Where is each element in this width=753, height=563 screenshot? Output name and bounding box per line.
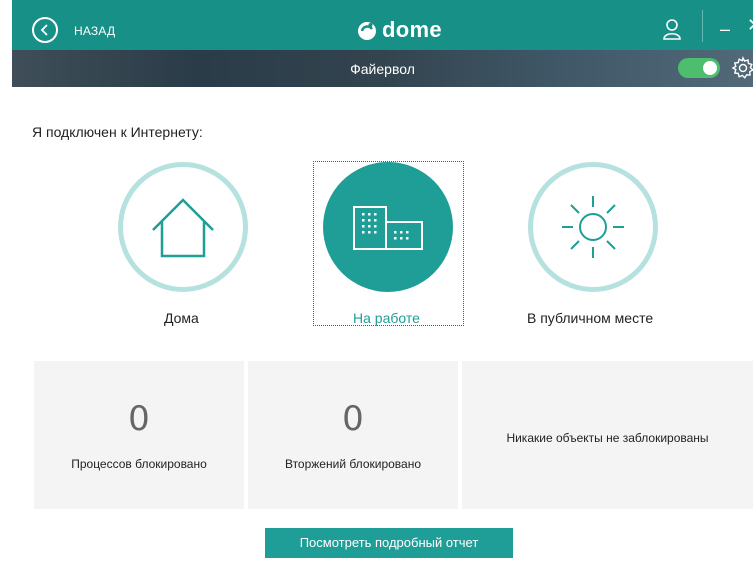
office-buildings-icon: [353, 206, 423, 250]
settings-button[interactable]: [731, 56, 753, 80]
title-bar-inner: НАЗАД dome – ✕: [12, 0, 753, 50]
home-circle[interactable]: [118, 162, 248, 292]
stat-intrusions-value: 0: [342, 399, 364, 439]
dome-logo: dome: [356, 17, 442, 43]
dome-logo-icon: [358, 22, 376, 40]
toggle-knob: [703, 61, 717, 75]
stat-blocked-objects: Никакие объекты не заблокированы: [462, 361, 753, 509]
view-report-button[interactable]: Посмотреть подробный отчет: [265, 528, 513, 558]
stat-processes-value: 0: [128, 399, 150, 439]
back-label[interactable]: НАЗАД: [74, 24, 115, 38]
main-panel: Я подключен к Интернету: Дома На работе …: [12, 87, 753, 563]
house-icon: [152, 198, 214, 258]
user-icon: [663, 19, 681, 40]
option-public-label[interactable]: В публичном месте: [527, 310, 653, 326]
back-button[interactable]: [32, 17, 58, 43]
stat-processes-blocked: 0 Процессов блокировано: [34, 361, 244, 509]
firewall-toggle[interactable]: [678, 58, 720, 78]
close-icon: ✕: [747, 15, 753, 35]
close-button[interactable]: ✕: [747, 16, 753, 34]
work-circle[interactable]: [323, 162, 453, 292]
section-bar: Файервол: [12, 50, 753, 87]
section-title: Файервол: [350, 61, 415, 77]
stat-blocked-objects-label: Никакие объекты не заблокированы: [506, 431, 709, 445]
stat-processes-label: Процессов блокировано: [71, 457, 207, 471]
stat-intrusions-blocked: 0 Вторжений блокировано: [248, 361, 458, 509]
connection-type-heading: Я подключен к Интернету:: [32, 124, 203, 140]
user-account-button[interactable]: [662, 18, 682, 40]
option-work-label[interactable]: На работе: [353, 310, 420, 326]
minimize-button[interactable]: –: [720, 20, 730, 38]
option-home-label[interactable]: Дома: [164, 310, 199, 326]
sun-icon: [562, 196, 624, 258]
back-arrow-icon: [40, 24, 48, 36]
stat-intrusions-label: Вторжений блокировано: [284, 457, 422, 471]
logo-text: dome: [382, 17, 442, 42]
minimize-icon: –: [720, 19, 731, 39]
header-separator: [702, 10, 703, 42]
public-circle[interactable]: [528, 162, 658, 292]
window-left-margin: [0, 0, 12, 563]
gear-icon: [731, 56, 753, 79]
